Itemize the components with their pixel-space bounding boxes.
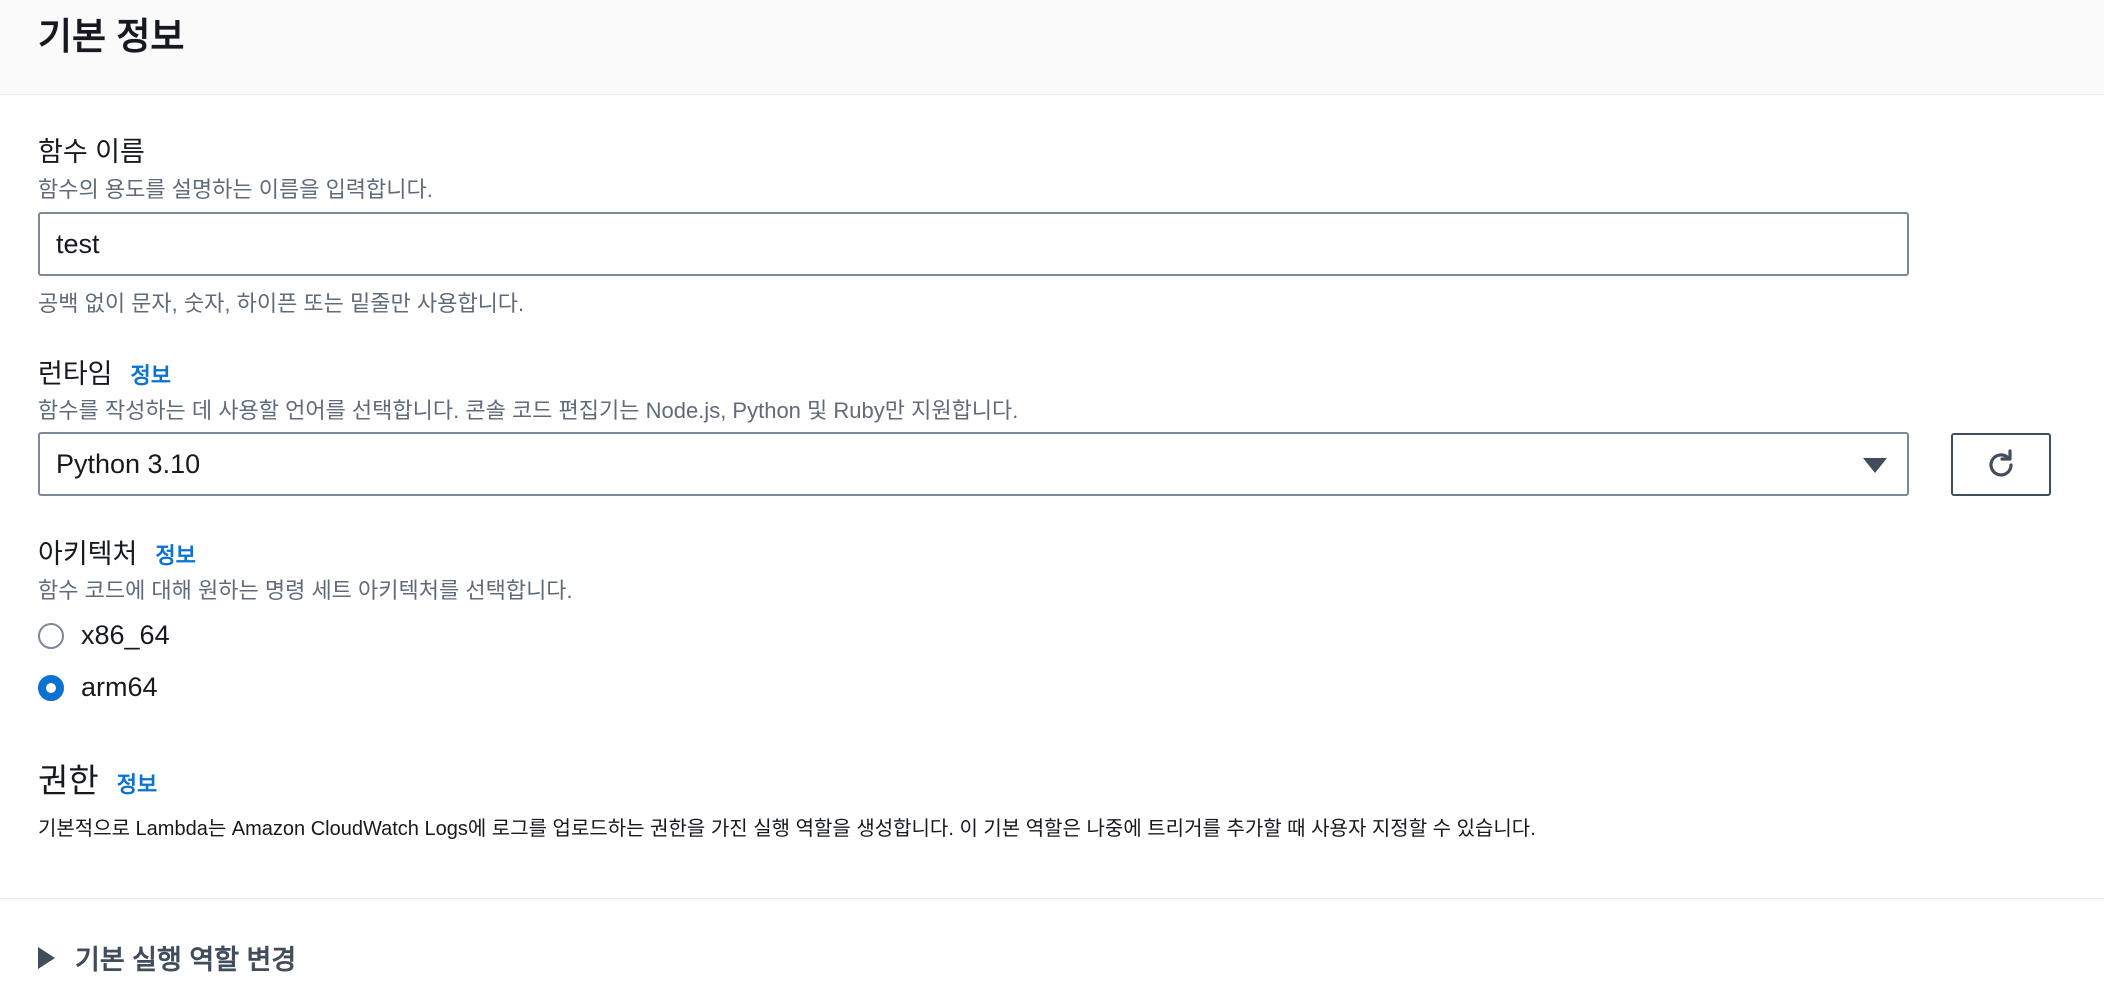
architecture-label-row: 아키텍처 정보 [38,532,196,571]
radio-label: x86_64 [81,620,170,650]
function-name-label: 함수 이름 [38,137,145,167]
function-name-constraint: 공백 없이 문자, 숫자, 하이픈 또는 밑줄만 사용합니다. [38,291,525,316]
permissions-title-row: 권한 정보 [38,754,157,802]
function-name-input[interactable]: test [38,212,1909,276]
runtime-info-link[interactable]: 정보 [131,363,171,388]
runtime-label: 런타임 [38,359,113,389]
radio-label: arm64 [81,672,158,702]
permissions-description: 기본적으로 Lambda는 Amazon CloudWatch Logs에 로그… [38,818,1536,840]
radio-option-x86-64[interactable]: x86_64 [38,620,170,651]
runtime-description: 함수를 작성하는 데 사용할 언어를 선택합니다. 콘솔 코드 편집기는 Nod… [38,398,1019,423]
radio-button-selected[interactable] [38,674,64,701]
refresh-icon [1989,448,2013,477]
architecture-label: 아키텍처 [38,539,138,569]
architecture-description: 함수 코드에 대해 원하는 명령 세트 아키텍처를 선택합니다. [38,578,573,603]
execution-role-expander[interactable]: 기본 실행 역할 변경 [38,938,296,977]
runtime-refresh-button[interactable] [1951,433,2051,496]
runtime-selected-value: Python 3.10 [56,448,201,479]
divider [0,898,2104,899]
caret-down-icon [1863,458,1887,473]
expander-label: 기본 실행 역할 변경 [75,945,297,975]
runtime-select[interactable]: Python 3.10 [38,432,1909,496]
radio-option-arm64[interactable]: arm64 [38,672,158,703]
section-title: 기본 정보 [38,16,185,57]
function-name-value: test [56,228,100,259]
radio-button[interactable] [38,622,64,649]
permissions-title: 권한 [38,762,99,799]
section-header: 기본 정보 [0,0,2104,95]
caret-right-icon [38,946,55,969]
function-name-description: 함수의 용도를 설명하는 이름을 입력합니다. [38,177,433,202]
architecture-info-link[interactable]: 정보 [155,543,195,568]
runtime-label-row: 런타임 정보 [38,352,171,391]
permissions-info-link[interactable]: 정보 [117,772,157,797]
